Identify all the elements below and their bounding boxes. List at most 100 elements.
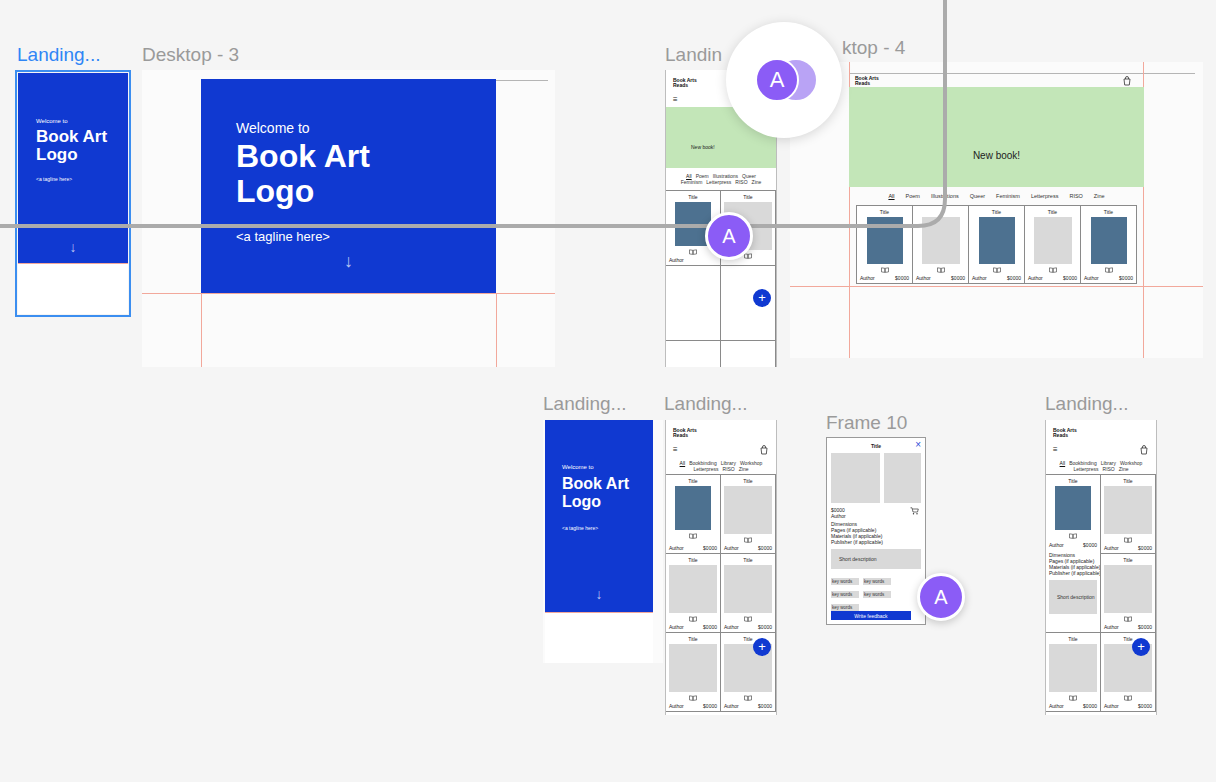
category-tab[interactable]: RISO [735, 179, 747, 185]
book-card[interactable]: TitleAuthor$0000 [1081, 206, 1137, 284]
book-card[interactable] [721, 341, 776, 367]
close-button[interactable]: × [915, 439, 921, 451]
book-icon[interactable] [689, 249, 697, 255]
image-placeholder[interactable] [884, 453, 921, 503]
category-tab[interactable]: All [888, 193, 894, 200]
book-icon[interactable] [1069, 695, 1077, 701]
collaborator-avatar[interactable]: A [755, 58, 799, 102]
book-icon[interactable] [744, 253, 752, 259]
add-button[interactable]: + [753, 638, 771, 656]
book-icon[interactable] [744, 537, 752, 543]
frame-label[interactable]: Landing... [1045, 393, 1128, 415]
category-tab[interactable]: Bookbinding [689, 460, 717, 466]
book-icon[interactable] [1124, 616, 1132, 622]
brand-logo[interactable]: Book Arts Reads [673, 78, 697, 88]
book-card[interactable]: TitleAuthor$0000DimensionsPages (if appl… [1046, 475, 1101, 633]
cart-icon[interactable] [1122, 76, 1132, 86]
book-card[interactable] [666, 266, 721, 341]
category-tab[interactable]: All [1060, 460, 1066, 466]
category-tab[interactable]: RISO [1069, 193, 1082, 200]
category-tab[interactable]: Letterpress [1031, 193, 1059, 200]
book-card[interactable]: TitleAuthor [666, 191, 721, 266]
write-feedback-button[interactable]: Write feedback [831, 611, 911, 620]
book-icon[interactable] [744, 695, 752, 701]
frame-label[interactable]: Landing... [664, 393, 747, 415]
book-card[interactable]: TitleAuthor$0000 [1101, 475, 1156, 554]
category-tab[interactable]: Queer [742, 173, 756, 179]
landing-frame[interactable]: Welcome toBook Art Logo<a tagline here>↓ [18, 73, 128, 314]
category-tab[interactable]: Poem [696, 173, 709, 179]
collaborator-avatar[interactable]: A [705, 212, 753, 260]
keyword-chip[interactable]: key words [831, 604, 859, 611]
collaborator-avatar[interactable]: A [917, 573, 965, 621]
frame-label[interactable]: Landin [665, 44, 722, 66]
frame-label[interactable]: Frame 10 [826, 412, 907, 434]
category-tab[interactable]: Letterpress [706, 179, 731, 185]
book-icon[interactable] [1049, 267, 1057, 273]
cart-icon[interactable] [910, 507, 919, 515]
category-tab[interactable]: RISO [1103, 466, 1115, 472]
keyword-chip[interactable]: key words [863, 578, 891, 585]
category-tab[interactable]: Zine [752, 179, 762, 185]
category-tab[interactable]: Zine [1094, 193, 1105, 200]
category-tab[interactable]: All [686, 173, 692, 179]
category-tab[interactable]: Queer [970, 193, 985, 200]
keyword-chip[interactable]: key words [831, 591, 859, 598]
frame-label[interactable]: ktop - 4 [842, 37, 905, 59]
book-card[interactable]: TitleAuthor$0000 [721, 475, 776, 554]
menu-button[interactable]: ≡ [673, 96, 678, 104]
brand-logo[interactable]: Book Arts Reads [1053, 428, 1077, 438]
category-tab[interactable]: Letterpress [694, 466, 719, 472]
frame-label[interactable]: Desktop - 3 [142, 44, 239, 66]
book-icon[interactable] [1069, 533, 1077, 539]
category-tab[interactable]: Letterpress [1074, 466, 1099, 472]
book-icon[interactable] [689, 695, 697, 701]
category-tab[interactable]: Zine [1119, 466, 1129, 472]
landing-frame[interactable]: Book Arts Reads≡AllBookbindingLibraryWor… [1045, 420, 1157, 715]
new-book-banner[interactable]: New book! [666, 107, 776, 168]
book-icon[interactable] [744, 616, 752, 622]
brand-logo[interactable]: Book Arts Reads [673, 428, 697, 438]
book-card[interactable]: TitleAuthor$0000 [1025, 206, 1081, 284]
category-tab[interactable]: RISO [723, 466, 735, 472]
cart-icon[interactable] [759, 445, 769, 455]
book-card[interactable]: Title [721, 191, 776, 266]
category-tab[interactable]: Feminism [681, 179, 703, 185]
keyword-chip[interactable]: key words [863, 591, 891, 598]
category-tab[interactable]: Workshop [1120, 460, 1142, 466]
scroll-down-arrow[interactable]: ↓ [545, 586, 653, 602]
add-button[interactable]: + [753, 289, 771, 307]
landing-frame[interactable]: Welcome toBook Art Logo<a tagline here>↓ [545, 420, 653, 663]
menu-button[interactable]: ≡ [673, 446, 678, 454]
book-card[interactable]: TitleAuthor$0000 [1101, 633, 1156, 712]
category-tab[interactable]: Zine [739, 466, 749, 472]
book-icon[interactable] [881, 267, 889, 273]
landing-frame[interactable]: Book Arts Reads≡AllBookbindingLibraryWor… [665, 420, 777, 715]
brand-logo[interactable]: Book Arts Reads [855, 76, 879, 86]
category-tab[interactable]: Illustrations [713, 173, 738, 179]
book-card[interactable] [721, 266, 776, 341]
collaborator-bubble[interactable]: A [726, 22, 842, 138]
frame-label[interactable]: Landing... [543, 393, 626, 415]
book-icon[interactable] [689, 616, 697, 622]
book-card[interactable]: TitleAuthor$0000 [857, 206, 913, 284]
book-icon[interactable] [993, 267, 1001, 273]
category-tab[interactable]: Library [721, 460, 736, 466]
book-card[interactable] [666, 341, 721, 367]
category-tab[interactable]: Poem [906, 193, 920, 200]
book-card[interactable]: TitleAuthor$0000 [721, 633, 776, 712]
image-placeholder[interactable] [831, 453, 880, 503]
book-icon[interactable] [689, 533, 697, 539]
book-card[interactable]: TitleAuthor$0000 [666, 554, 721, 633]
book-card[interactable]: TitleAuthor$0000 [969, 206, 1025, 284]
category-tab[interactable]: All [680, 460, 686, 466]
frame-label[interactable]: Landing... [17, 44, 100, 66]
book-card[interactable]: TitleAuthor$0000 [721, 554, 776, 633]
scroll-down-arrow[interactable]: ↓ [201, 251, 496, 271]
cart-icon[interactable] [1139, 445, 1149, 455]
book-icon[interactable] [1124, 695, 1132, 701]
book-card[interactable]: TitleAuthor$0000 [666, 475, 721, 554]
category-tab[interactable]: Feminism [996, 193, 1020, 200]
category-tab[interactable]: Bookbinding [1069, 460, 1097, 466]
menu-button[interactable]: ≡ [1053, 446, 1058, 454]
